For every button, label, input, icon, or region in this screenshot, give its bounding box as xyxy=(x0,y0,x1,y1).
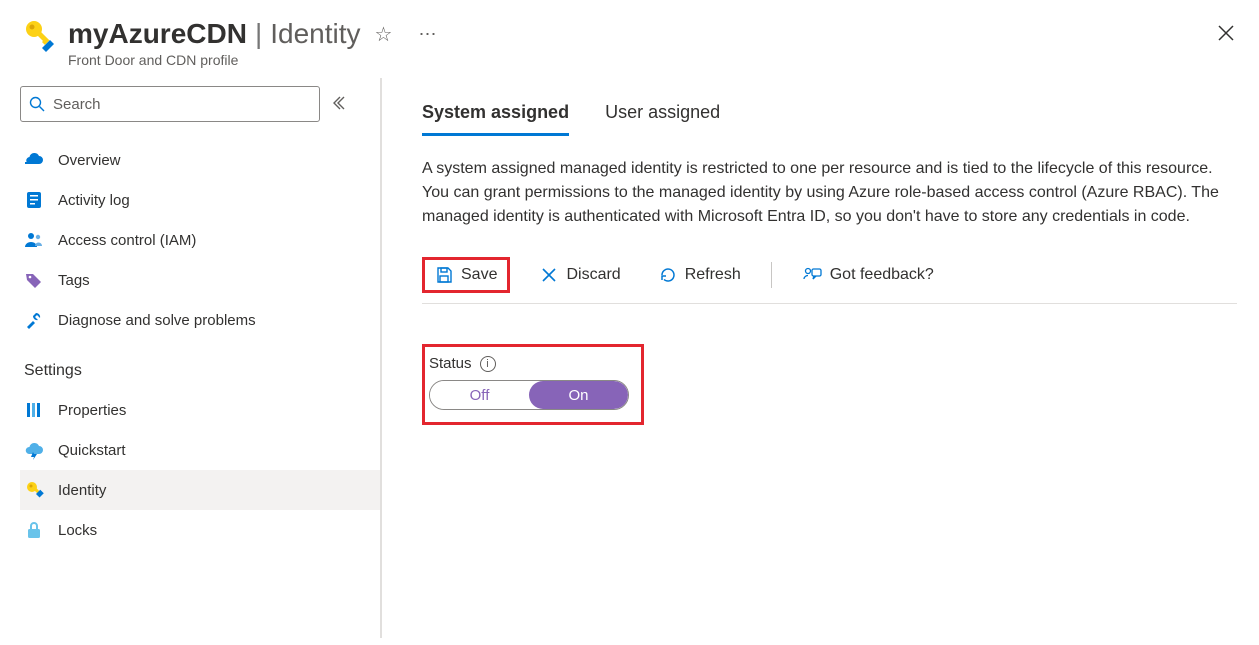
blade-header: myAzureCDN | Identity ☆ ⋯ Front Door and… xyxy=(0,0,1259,78)
sidebar-section-settings: Settings xyxy=(24,362,380,380)
identity-tabs: System assigned User assigned xyxy=(422,92,1237,137)
page-title: myAzureCDN | Identity ☆ ⋯ xyxy=(68,18,1239,50)
sidebar-item-label: Diagnose and solve problems xyxy=(58,312,256,329)
sidebar: Search Overview Activity log Access cont… xyxy=(0,78,380,638)
save-button[interactable]: Save xyxy=(422,257,510,293)
sidebar-item-identity[interactable]: Identity xyxy=(20,470,380,510)
discard-icon xyxy=(540,266,558,284)
properties-icon xyxy=(24,400,44,420)
sidebar-item-label: Tags xyxy=(58,272,90,289)
quickstart-icon xyxy=(24,440,44,460)
sidebar-item-label: Identity xyxy=(58,482,106,499)
status-label: Status xyxy=(429,355,472,372)
refresh-icon xyxy=(659,266,677,284)
identity-description: A system assigned managed identity is re… xyxy=(422,157,1237,229)
discard-button[interactable]: Discard xyxy=(532,262,628,288)
resource-type-label: Front Door and CDN profile xyxy=(68,52,1239,68)
sidebar-item-access-control[interactable]: Access control (IAM) xyxy=(20,220,380,260)
sidebar-item-activity-log[interactable]: Activity log xyxy=(20,180,380,220)
feedback-button[interactable]: Got feedback? xyxy=(794,262,942,288)
toolbar-separator xyxy=(771,262,772,288)
main-content: System assigned User assigned A system a… xyxy=(382,78,1259,638)
sidebar-item-label: Overview xyxy=(58,152,121,169)
sidebar-item-quickstart[interactable]: Quickstart xyxy=(20,430,380,470)
log-icon xyxy=(24,190,44,210)
cloud-icon xyxy=(24,150,44,170)
more-actions-icon[interactable]: ⋯ xyxy=(418,24,438,45)
sidebar-item-label: Properties xyxy=(58,402,126,419)
status-toggle-off[interactable]: Off xyxy=(430,381,529,409)
search-icon xyxy=(29,96,45,112)
status-toggle[interactable]: Off On xyxy=(429,380,629,410)
people-icon xyxy=(24,230,44,250)
identity-icon xyxy=(24,480,44,500)
refresh-button[interactable]: Refresh xyxy=(651,262,749,288)
favorite-star-icon[interactable]: ☆ xyxy=(375,22,393,47)
sidebar-general: Overview Activity log Access control (IA… xyxy=(20,140,380,340)
sidebar-item-diagnose[interactable]: Diagnose and solve problems xyxy=(20,300,380,340)
sidebar-item-label: Activity log xyxy=(58,192,130,209)
sidebar-item-properties[interactable]: Properties xyxy=(20,390,380,430)
sidebar-item-label: Locks xyxy=(58,522,97,539)
tab-system-assigned[interactable]: System assigned xyxy=(422,92,569,136)
sidebar-item-label: Access control (IAM) xyxy=(58,232,196,249)
search-input[interactable]: Search xyxy=(20,86,320,122)
info-icon[interactable]: i xyxy=(480,356,496,372)
locks-icon xyxy=(24,520,44,540)
status-section: Status i Off On xyxy=(422,344,644,425)
close-button[interactable] xyxy=(1217,24,1235,45)
command-bar: Save Discard Refresh Got feedback? xyxy=(422,257,1237,304)
tools-icon xyxy=(24,310,44,330)
tab-user-assigned[interactable]: User assigned xyxy=(605,92,720,136)
tags-icon xyxy=(24,270,44,290)
sidebar-item-tags[interactable]: Tags xyxy=(20,260,380,300)
status-toggle-on[interactable]: On xyxy=(529,381,628,409)
sidebar-item-overview[interactable]: Overview xyxy=(20,140,380,180)
sidebar-settings: Properties Quickstart Identity Locks xyxy=(20,390,380,550)
resource-key-icon xyxy=(20,18,56,54)
sidebar-item-locks[interactable]: Locks xyxy=(20,510,380,550)
feedback-icon xyxy=(802,266,822,284)
save-icon xyxy=(435,266,453,284)
sidebar-item-label: Quickstart xyxy=(58,442,126,459)
collapse-sidebar-icon[interactable] xyxy=(330,95,346,114)
